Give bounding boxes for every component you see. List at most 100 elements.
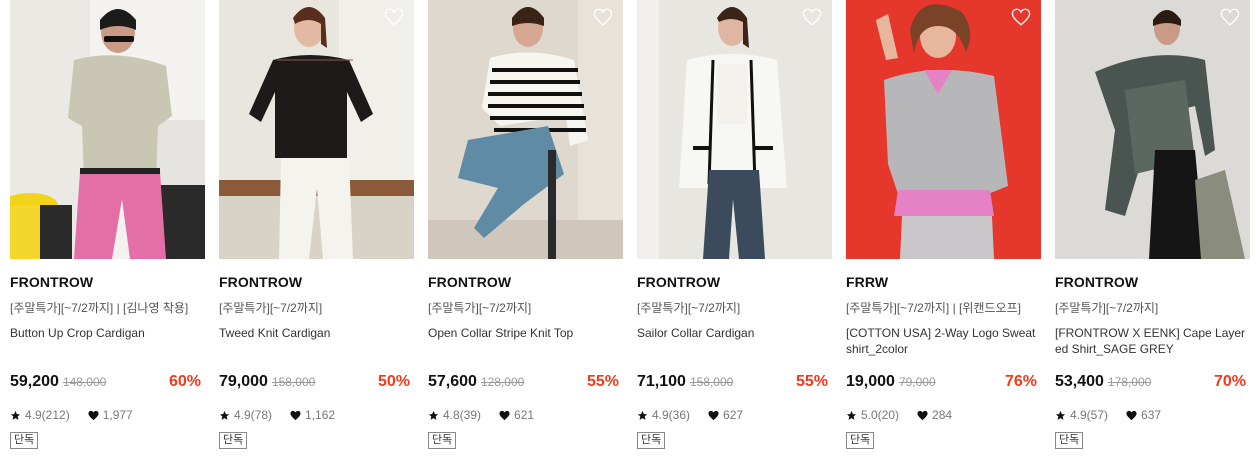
likes-count: 637 [1141, 408, 1162, 422]
likes-count: 621 [514, 408, 535, 422]
sale-price: 79,000 [219, 373, 268, 390]
sale-price: 59,200 [10, 373, 59, 390]
price-row: 59,200 148,000 60% [10, 373, 205, 393]
star-icon [10, 410, 21, 420]
promo-tag: [주말특가][~7/2까지] [428, 301, 532, 315]
discount-rate: 60% [168, 373, 201, 390]
product-photo [428, 0, 623, 259]
product-card[interactable]: FRONTROW [주말특가][~7/2까지] [FRONTROW X EENK… [1055, 0, 1250, 449]
sale-price: 71,100 [637, 373, 686, 390]
brand-name[interactable]: FRONTROW [637, 274, 832, 290]
discount-rate: 70% [1213, 373, 1246, 390]
brand-name[interactable]: FRONTROW [1055, 274, 1250, 290]
wishlist-heart-icon[interactable] [1011, 8, 1031, 26]
product-image[interactable] [1055, 0, 1250, 259]
wishlist-heart-icon[interactable] [1220, 8, 1240, 26]
product-name[interactable]: Tweed Knit Cardigan [219, 325, 414, 359]
product-name[interactable]: Sailor Collar Cardigan [637, 325, 832, 359]
product-image[interactable] [10, 0, 205, 259]
sale-price: 19,000 [846, 373, 895, 390]
brand-name[interactable]: FRONTROW [428, 274, 623, 290]
discount-rate: 76% [1004, 373, 1037, 390]
product-image[interactable] [637, 0, 832, 259]
product-card[interactable]: FRONTROW [주말특가][~7/2까지] Open Collar Stri… [428, 0, 623, 449]
product-photo [10, 0, 205, 259]
exclusive-badge: 단독 [428, 432, 457, 449]
original-price: 79,000 [898, 375, 936, 389]
sale-price: 57,600 [428, 373, 477, 390]
price-row: 57,600 128,000 55% [428, 373, 623, 393]
sale-price: 53,400 [1055, 373, 1104, 390]
star-icon [428, 410, 439, 420]
discount-rate: 50% [377, 373, 410, 390]
original-price: 128,000 [480, 375, 525, 389]
product-image[interactable] [846, 0, 1041, 259]
exclusive-badge: 단독 [10, 432, 39, 449]
product-name[interactable]: Open Collar Stripe Knit Top [428, 325, 623, 359]
brand-name[interactable]: FRONTROW [219, 274, 414, 290]
likes-count: 1,977 [102, 408, 133, 422]
likes-count: 1,162 [305, 408, 336, 422]
product-card[interactable]: FRONTROW [주말특가][~7/2까지] | [김나영 착용] Butto… [10, 0, 205, 449]
product-card[interactable]: FRRW [주말특가][~7/2까지] | [위캔드오프] [COTTON US… [846, 0, 1041, 449]
product-name[interactable]: [COTTON USA] 2-Way Logo Sweat shirt_2col… [846, 325, 1041, 359]
promo-tag: [주말특가][~7/2까지] | [위캔드오프] [846, 301, 1021, 315]
discount-rate: 55% [586, 373, 619, 390]
likes-heart-icon [917, 410, 928, 420]
product-photo [219, 0, 414, 259]
likes-heart-icon [499, 410, 510, 420]
promo-tag: [주말특가][~7/2까지] | [김나영 착용] [10, 301, 189, 315]
likes-heart-icon [290, 410, 301, 420]
promo-tag: [주말특가][~7/2까지] [637, 301, 741, 315]
likes-heart-icon [88, 410, 99, 420]
promo-tag: [주말특가][~7/2까지] [1055, 301, 1159, 315]
brand-name[interactable]: FRRW [846, 274, 1041, 290]
rating-text: 5.0(20) [861, 408, 900, 422]
product-name[interactable]: Button Up Crop Cardigan [10, 325, 205, 359]
price-row: 79,000 158,000 50% [219, 373, 414, 393]
price-row: 71,100 158,000 55% [637, 373, 832, 393]
star-icon [846, 410, 857, 420]
product-image[interactable] [219, 0, 414, 259]
original-price: 158,000 [689, 375, 734, 389]
promo-tag: [주말특가][~7/2까지] [219, 301, 323, 315]
star-icon [1055, 410, 1066, 420]
product-name[interactable]: [FRONTROW X EENK] Cape Layered Shirt_SAG… [1055, 325, 1250, 359]
rating-text: 4.9(212) [25, 408, 70, 422]
exclusive-badge: 단독 [219, 432, 248, 449]
product-card[interactable]: FRONTROW [주말특가][~7/2까지] Sailor Collar Ca… [637, 0, 832, 449]
likes-count: 284 [932, 408, 953, 422]
product-photo [637, 0, 832, 259]
exclusive-badge: 단독 [1055, 432, 1084, 449]
brand-name[interactable]: FRONTROW [10, 274, 205, 290]
star-icon [637, 410, 648, 420]
exclusive-badge: 단독 [846, 432, 875, 449]
likes-heart-icon [708, 410, 719, 420]
product-meta: 4.9(212) 1,977 [10, 407, 205, 423]
product-image[interactable] [428, 0, 623, 259]
original-price: 178,000 [1107, 375, 1152, 389]
price-row: 19,000 79,000 76% [846, 373, 1041, 393]
product-grid: FRONTROW [주말특가][~7/2까지] | [김나영 착용] Butto… [10, 0, 1250, 449]
product-meta: 4.8(39) 621 [428, 407, 623, 423]
rating-text: 4.8(39) [443, 408, 482, 422]
wishlist-heart-icon[interactable] [802, 8, 822, 26]
product-meta: 4.9(78) 1,162 [219, 407, 414, 423]
original-price: 158,000 [271, 375, 316, 389]
product-meta: 4.9(57) 637 [1055, 407, 1250, 423]
exclusive-badge: 단독 [637, 432, 666, 449]
product-card[interactable]: FRONTROW [주말특가][~7/2까지] Tweed Knit Cardi… [219, 0, 414, 449]
rating-text: 4.9(57) [1070, 408, 1109, 422]
wishlist-heart-icon[interactable] [593, 8, 613, 26]
star-icon [219, 410, 230, 420]
product-photo [846, 0, 1041, 259]
rating-text: 4.9(78) [234, 408, 273, 422]
wishlist-heart-icon[interactable] [384, 8, 404, 26]
product-photo [1055, 0, 1250, 259]
original-price: 148,000 [62, 375, 107, 389]
product-meta: 5.0(20) 284 [846, 407, 1041, 423]
rating-text: 4.9(36) [652, 408, 691, 422]
product-meta: 4.9(36) 627 [637, 407, 832, 423]
likes-heart-icon [1126, 410, 1137, 420]
price-row: 53,400 178,000 70% [1055, 373, 1250, 393]
